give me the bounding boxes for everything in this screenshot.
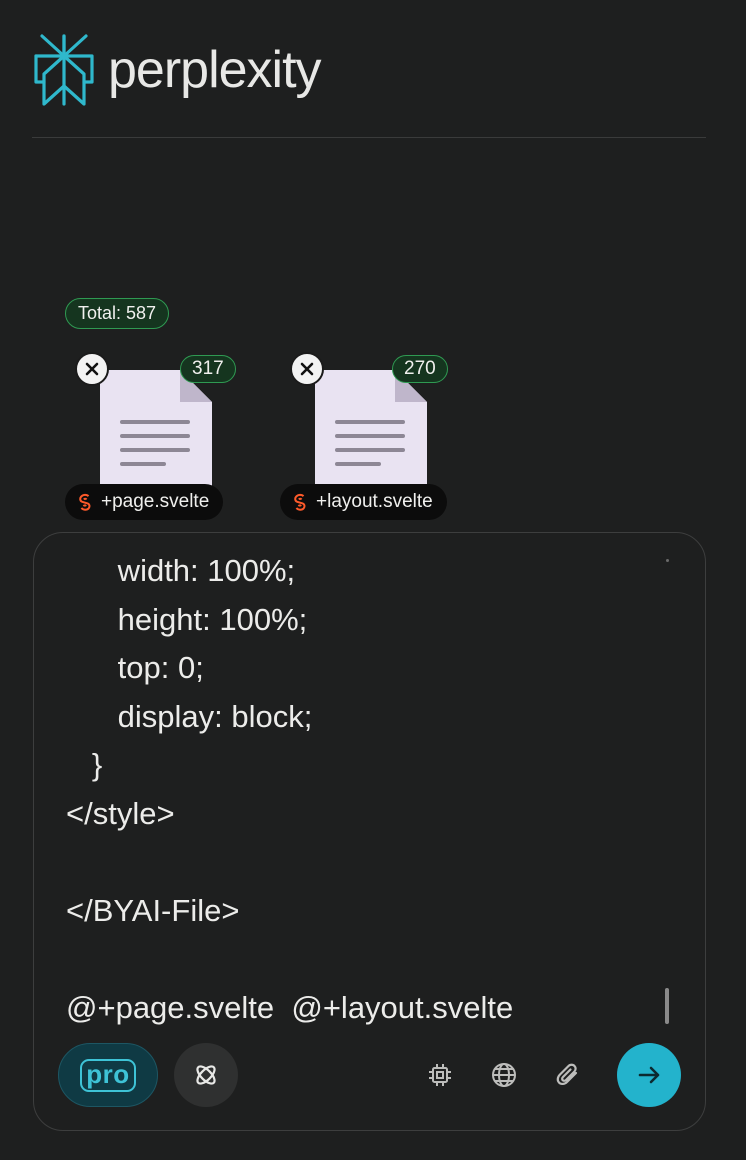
- scrollbar-thumb[interactable]: [665, 988, 669, 1024]
- text-line: display: block;: [66, 698, 313, 734]
- attachment-card-layout-svelte[interactable]: 270 +layout.svelte: [280, 352, 485, 522]
- file-name: +page.svelte: [101, 491, 210, 512]
- globe-icon: [492, 1063, 516, 1087]
- total-token-badge: Total: 587: [65, 298, 170, 329]
- text-line: width: 100%;: [66, 553, 296, 588]
- file-name: +layout.svelte: [316, 491, 433, 512]
- query-textarea[interactable]: width: 100%; height: 100%; top: 0; displ…: [66, 547, 666, 1032]
- text-line: [66, 838, 666, 887]
- app-window: perplexity Total: 587 317 +page.svelte 2…: [0, 0, 746, 1160]
- attachment-card-page-svelte[interactable]: 317 +page.svelte: [65, 352, 270, 522]
- token-count-badge: 317: [180, 355, 236, 383]
- svelte-icon: [79, 493, 91, 511]
- remove-attachment-button[interactable]: [75, 352, 109, 386]
- web-search-button[interactable]: [488, 1059, 520, 1091]
- arrow-right-icon: [638, 1066, 660, 1084]
- model-select-button[interactable]: [424, 1059, 456, 1091]
- scroll-indicator: [666, 559, 669, 562]
- remove-attachment-button[interactable]: [290, 352, 324, 386]
- file-name-chip: +page.svelte: [65, 484, 224, 520]
- file-document-icon: [100, 370, 212, 490]
- paperclip-icon: [556, 1063, 578, 1086]
- pro-search-toggle[interactable]: pro: [58, 1043, 158, 1107]
- text-line: </BYAI-File>: [66, 892, 240, 928]
- pro-label: pro: [80, 1058, 136, 1092]
- brand-name: perplexity: [108, 41, 322, 99]
- focus-mode-button[interactable]: [174, 1043, 238, 1107]
- atom-icon: [196, 1065, 216, 1085]
- close-icon: [85, 362, 99, 376]
- text-line: </style>: [66, 795, 175, 831]
- header-divider: [32, 137, 706, 138]
- perplexity-logo-icon[interactable]: [32, 32, 96, 108]
- svelte-icon: [294, 493, 306, 511]
- file-document-icon: [315, 370, 427, 490]
- text-line: top: 0;: [66, 650, 204, 685]
- text-line: [66, 935, 666, 984]
- header: perplexity: [32, 30, 322, 110]
- attach-file-button[interactable]: [552, 1059, 584, 1091]
- text-line: }: [66, 747, 103, 782]
- cpu-chip-icon: [429, 1064, 451, 1086]
- text-line: height: 100%;: [66, 601, 308, 637]
- text-line: @+page.svelte @+layout.svelte: [66, 989, 514, 1025]
- submit-button[interactable]: [617, 1043, 681, 1107]
- close-icon: [300, 362, 314, 376]
- file-name-chip: +layout.svelte: [280, 484, 447, 520]
- query-composer[interactable]: width: 100%; height: 100%; top: 0; displ…: [33, 532, 706, 1131]
- token-count-badge: 270: [392, 355, 448, 383]
